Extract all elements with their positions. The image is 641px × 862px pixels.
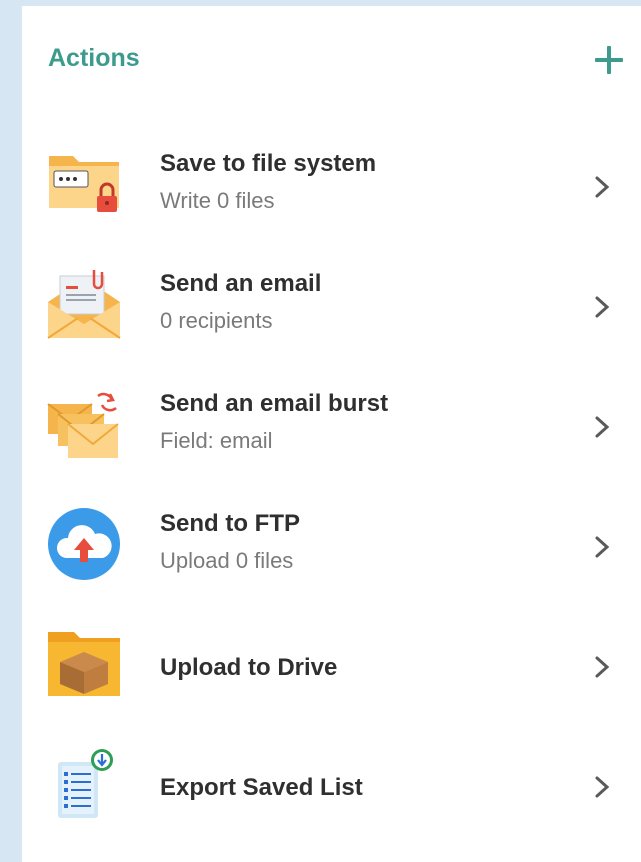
folder-lock-icon [46, 146, 122, 222]
chevron-right-icon [591, 414, 613, 440]
email-burst-icon [46, 386, 122, 462]
actions-list: Save to file system Write 0 files Send a… [22, 126, 641, 846]
action-export-saved-list[interactable]: Export Saved List [22, 726, 641, 846]
action-label: Send to FTP [160, 510, 300, 537]
export-list-icon [46, 746, 122, 822]
chevron-right-icon [591, 774, 613, 800]
action-label: Export Saved List [160, 774, 363, 801]
add-action-button[interactable] [591, 42, 627, 78]
chevron-right-icon [591, 534, 613, 560]
actions-panel: Actions Save to file system Write 0 file… [22, 6, 641, 862]
action-text: Send an email burst Field: email [160, 390, 561, 454]
action-text: Send to FTP Upload 0 files [160, 510, 561, 574]
action-subtitle: 0 recipients [160, 308, 273, 333]
panel-title: Actions [48, 44, 140, 72]
action-text: Send an email 0 recipients [160, 270, 561, 334]
chevron-right-icon [591, 174, 613, 200]
action-send-to-ftp[interactable]: Send to FTP Upload 0 files [22, 486, 641, 606]
action-text: Save to file system Write 0 files [160, 150, 561, 214]
action-label: Save to file system [160, 150, 377, 177]
action-label: Send an email burst [160, 390, 389, 417]
action-subtitle: Upload 0 files [160, 548, 294, 573]
action-label: Upload to Drive [160, 654, 338, 681]
action-subtitle: Write 0 files [160, 188, 275, 213]
panel-header: Actions [22, 6, 641, 114]
action-text: Export Saved List [160, 774, 561, 802]
action-text: Upload to Drive [160, 654, 561, 682]
chevron-right-icon [591, 654, 613, 680]
cloud-upload-icon [46, 506, 122, 582]
drive-folder-icon [46, 626, 122, 702]
action-subtitle: Field: email [160, 428, 273, 453]
email-icon [46, 266, 122, 342]
action-upload-to-drive[interactable]: Upload to Drive [22, 606, 641, 726]
action-send-an-email[interactable]: Send an email 0 recipients [22, 246, 641, 366]
action-send-an-email-burst[interactable]: Send an email burst Field: email [22, 366, 641, 486]
action-label: Send an email [160, 270, 322, 297]
action-save-to-file-system[interactable]: Save to file system Write 0 files [22, 126, 641, 246]
chevron-right-icon [591, 294, 613, 320]
